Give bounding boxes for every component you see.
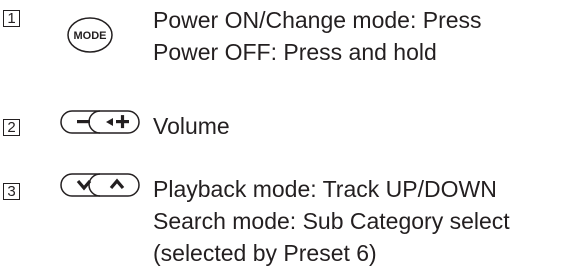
description-line: Playback mode: Track UP/DOWN xyxy=(153,176,497,202)
description-line: (selected by Preset 6) xyxy=(153,240,377,266)
mode-button-icon: MODE xyxy=(67,17,113,53)
description-line: Power OFF: Press and hold xyxy=(153,39,437,65)
item-description-2: Volume xyxy=(153,110,230,142)
item-number-3: 3 xyxy=(3,183,20,200)
mode-button-label: MODE xyxy=(74,30,107,42)
item-number-1: 1 xyxy=(3,10,20,27)
item-description-1: Power ON/Change mode: Press Power OFF: P… xyxy=(153,4,482,68)
description-line: Power ON/Change mode: Press xyxy=(153,7,482,33)
down-up-chevron-icon xyxy=(60,173,140,197)
volume-minus-plus-icon xyxy=(60,110,140,134)
description-line: Search mode: Sub Category select xyxy=(153,208,510,234)
item-number-2: 2 xyxy=(3,119,20,136)
description-line: Volume xyxy=(153,113,230,139)
item-description-3: Playback mode: Track UP/DOWN Search mode… xyxy=(153,173,510,269)
